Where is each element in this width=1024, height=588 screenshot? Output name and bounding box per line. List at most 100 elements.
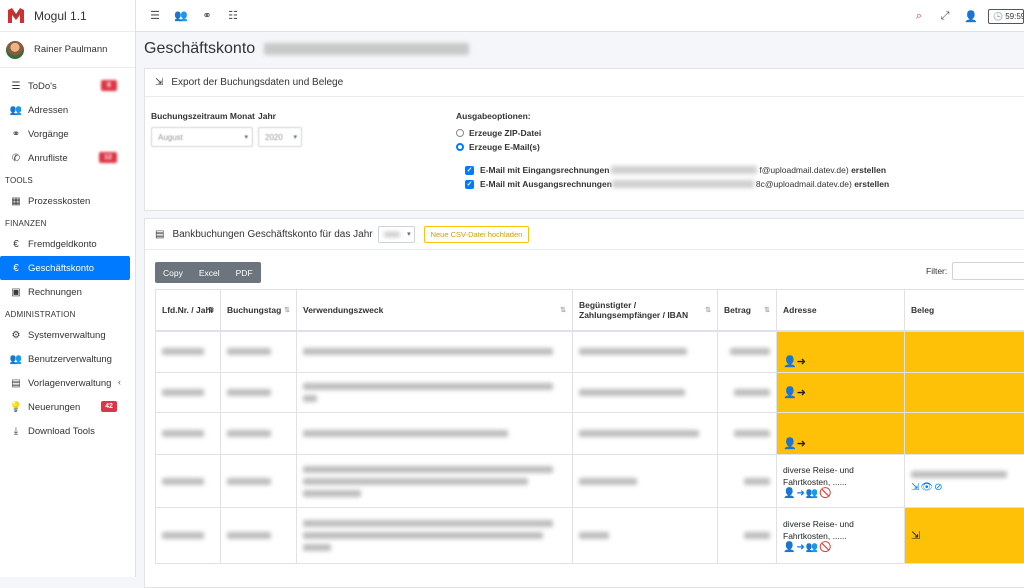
copy-button[interactable]: Copy (155, 262, 191, 283)
page-title: Geschäftskonto (144, 40, 469, 58)
sidebar-item-adressen[interactable]: 👥 Adressen (0, 98, 131, 122)
cogs-icon: ⚙ (10, 330, 22, 341)
link-icon: ⚭ (10, 129, 22, 140)
chevron-left-icon: ‹ (118, 377, 121, 387)
list-icon[interactable]: ☷ (226, 9, 240, 23)
todos-badge: 8 (101, 80, 117, 91)
sidebar-item-geschaeftskonto[interactable]: € Geschäftskonto (0, 256, 130, 280)
fullscreen-icon[interactable]: ⤢ (938, 9, 952, 23)
bank-year-select[interactable]: ▾ (378, 226, 415, 243)
anrufliste-badge: 12 (99, 152, 117, 163)
sidebar-item-benutzerverwaltung[interactable]: 👥 Benutzerverwaltung (0, 347, 131, 371)
sidebar: Mogul 1.1 Rainer Paulmann ☰ ToDo's 8 👥 A… (0, 0, 136, 577)
zeitraum-label: Buchungszeitraum Monat (151, 111, 255, 121)
user-link-icon[interactable]: 👤➜ (783, 356, 806, 368)
bank-card-header: ▤ Bankbuchungen Geschäftskonto für das J… (145, 219, 1024, 250)
users-icon[interactable]: 👥 (174, 9, 188, 23)
table-header-row: Lfd.Nr. / Jahr⇅ Buchungstag⇅ Verwendungs… (156, 290, 1024, 331)
search-icon[interactable]: ⌕ (912, 9, 926, 23)
table-row: diverse Reise- und Fahrtkosten, ...... 👤… (156, 508, 1024, 564)
phone-icon: ✆ (10, 153, 22, 164)
col-buchungstag[interactable]: Buchungstag⇅ (221, 290, 297, 331)
jahr-select[interactable]: 2020▾ (258, 127, 302, 147)
sidebar-item-vorgaenge[interactable]: ⚭ Vorgänge (0, 122, 131, 146)
radio-email[interactable]: Erzeuge E-Mail(s) (456, 142, 540, 152)
sort-icon: ⇅ (764, 306, 770, 314)
table-row: 👤➜ (156, 373, 1024, 413)
users-icon: 👥 (10, 105, 22, 116)
session-timer[interactable]: 🕒 59:59 (988, 9, 1024, 24)
caret-down-icon: ▾ (407, 230, 411, 238)
sort-desc-icon: ⇅ (208, 306, 214, 314)
user-action-icons[interactable]: 👤➜👥🚫 (783, 488, 833, 499)
beleg-action-icons[interactable]: ⇲👁⊘ (911, 482, 943, 493)
user-action-icons[interactable]: 👤➜👥🚫 (783, 542, 833, 553)
section-administration: ADMINISTRATION (0, 304, 135, 323)
ausgabe-label: Ausgabeoptionen: (456, 111, 531, 121)
euro-icon: € (10, 239, 22, 250)
radio-zip[interactable]: Erzeuge ZIP-Datei (456, 128, 541, 138)
col-verwendungszweck[interactable]: Verwendungszweck⇅ (297, 290, 573, 331)
filter-label: Filter: (926, 266, 947, 276)
file-icon: ▤ (10, 378, 22, 389)
invoice-icon: ▣ (10, 287, 22, 298)
user-settings-icon[interactable]: 👤 (964, 9, 978, 23)
export-card-header: ⇲ Export der Buchungsdaten und Belege (145, 69, 1024, 97)
checkbox-mail-eingang[interactable]: ✓ E-Mail mit Eingangsrechnungen f@upload… (465, 165, 886, 175)
sidebar-item-prozesskosten[interactable]: ▦ Prozesskosten (0, 189, 131, 213)
link-icon[interactable]: ⚭ (200, 9, 214, 23)
account-number-blurred (264, 43, 469, 55)
radio-email-dot (456, 143, 464, 151)
mogul-logo-icon (6, 6, 26, 26)
adresse-text: diverse Reise- und Fahrtkosten, ...... (783, 518, 863, 542)
download-icon: ⤓ (10, 426, 22, 437)
user-link-icon[interactable]: 👤➜ (783, 387, 806, 399)
col-beguenstigter[interactable]: Begünstigter / Zahlungsempfänger / IBAN⇅ (573, 290, 718, 331)
sidebar-item-fremdgeldkonto[interactable]: € Fremdgeldkonto (0, 232, 131, 256)
radio-zip-dot (456, 129, 464, 137)
user-link-icon[interactable]: 👤➜ (783, 438, 806, 450)
sidebar-item-vorlagenverwaltung[interactable]: ▤ Vorlagenverwaltung ‹ (0, 371, 131, 395)
neuerungen-badge: 42 (101, 401, 117, 412)
filter-input[interactable] (952, 262, 1024, 280)
sidebar-item-todos[interactable]: ☰ ToDo's 8 (0, 74, 131, 98)
section-finanzen: FINANZEN (0, 213, 135, 232)
upload-csv-button[interactable]: Neue CSV-Datei hochladen (424, 226, 530, 243)
file-icon: ▤ (155, 229, 164, 240)
col-betrag[interactable]: Betrag⇅ (718, 290, 777, 331)
checkbox-mail-ausgang[interactable]: ✓ E-Mail mit Ausgangsrechnungen 8c@uploa… (465, 179, 889, 189)
pdf-button[interactable]: PDF (228, 262, 261, 283)
menu-icon[interactable]: ☰ (148, 9, 162, 23)
sidebar-item-download-tools[interactable]: ⤓ Download Tools (0, 419, 131, 443)
table-row: diverse Reise- und Fahrtkosten, ...... 👤… (156, 455, 1024, 508)
jahr-label: Jahr (258, 111, 276, 121)
user-name: Rainer Paulmann (34, 44, 107, 55)
col-adresse: Adresse (777, 290, 905, 331)
sidebar-nav: ☰ ToDo's 8 👥 Adressen ⚭ Vorgänge ✆ Anruf… (0, 68, 135, 443)
sort-icon: ⇅ (284, 306, 290, 314)
topbar-right: ⌕ ⤢ 👤 🕒 59:59 (900, 0, 1024, 32)
app-name: Mogul 1.1 (34, 9, 87, 23)
email-eingang-blurred (611, 166, 757, 174)
sidebar-item-anrufliste[interactable]: ✆ Anrufliste 12 (0, 146, 131, 170)
excel-button[interactable]: Excel (191, 262, 228, 283)
col-lfdnr[interactable]: Lfd.Nr. / Jahr⇅ (156, 290, 221, 331)
sort-icon: ⇅ (705, 306, 711, 314)
caret-down-icon: ▾ (293, 133, 297, 141)
bank-table: Lfd.Nr. / Jahr⇅ Buchungstag⇅ Verwendungs… (155, 289, 1024, 564)
table-row: 👤➜ (156, 413, 1024, 455)
email-ausgang-blurred (612, 180, 754, 188)
file-export-icon: ⇲ (155, 77, 163, 88)
monat-select[interactable]: August▾ (151, 127, 253, 147)
brand[interactable]: Mogul 1.1 (0, 0, 135, 32)
export-card: ⇲ Export der Buchungsdaten und Belege Bu… (144, 68, 1024, 211)
sidebar-item-rechnungen[interactable]: ▣ Rechnungen (0, 280, 131, 304)
sidebar-item-neuerungen[interactable]: 💡 Neuerungen 42 (0, 395, 131, 419)
user-panel[interactable]: Rainer Paulmann (0, 32, 135, 68)
sidebar-item-systemverwaltung[interactable]: ⚙ Systemverwaltung (0, 323, 131, 347)
sort-icon: ⇅ (560, 306, 566, 314)
check-icon: ✓ (465, 166, 474, 175)
bank-year-blurred (384, 232, 400, 237)
caret-down-icon: ▾ (244, 133, 248, 141)
upload-beleg-icon[interactable]: ⇲ (911, 530, 920, 542)
